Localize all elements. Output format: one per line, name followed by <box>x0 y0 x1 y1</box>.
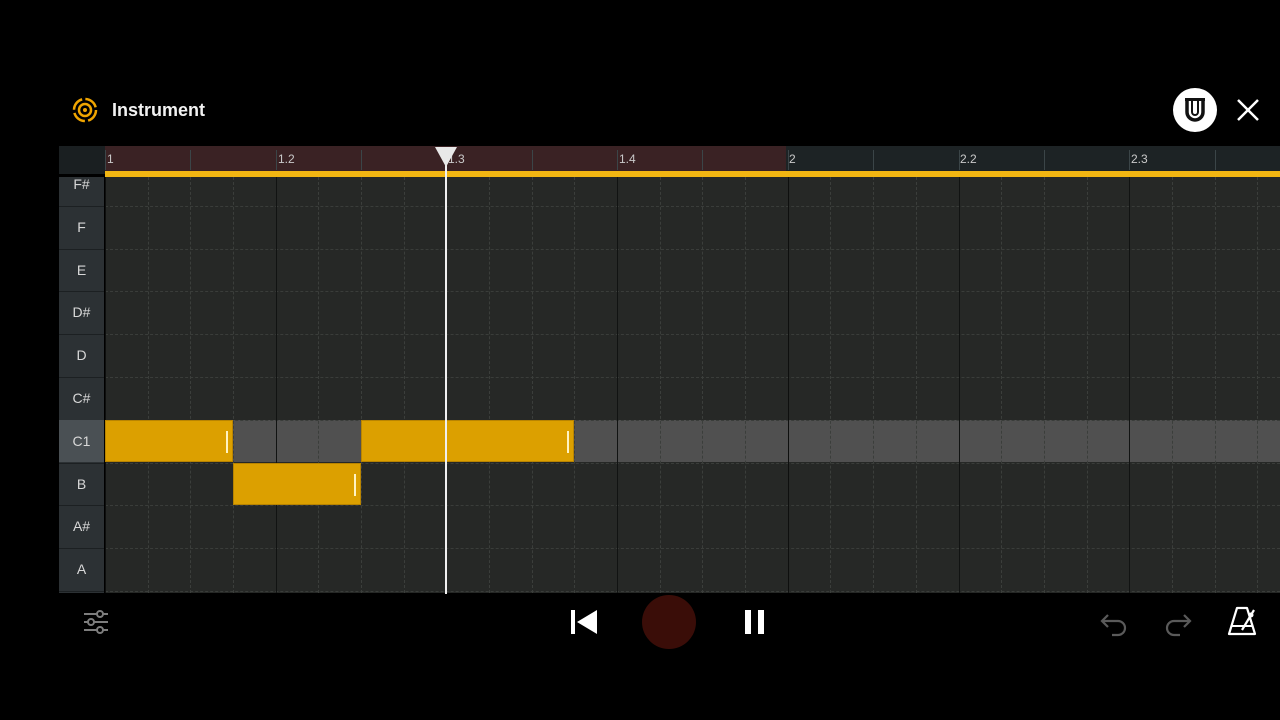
piano-key-d[interactable]: D <box>59 347 104 363</box>
subdivision-line <box>702 177 703 593</box>
bar-line <box>788 177 789 593</box>
subdivision-line <box>148 177 149 593</box>
page-title: Instrument <box>112 100 206 120</box>
key-separator <box>59 548 104 550</box>
ruler-tick <box>788 150 789 170</box>
pause-icon[interactable] <box>742 607 768 637</box>
piano-key-e[interactable]: E <box>59 262 104 278</box>
piano-key-a[interactable]: A <box>59 561 104 577</box>
subdivision-line <box>1001 177 1002 593</box>
record-button[interactable] <box>642 595 696 649</box>
beat-line <box>959 177 960 593</box>
beat-line <box>617 177 618 593</box>
ruler-tick <box>1044 150 1045 170</box>
ruler-tick <box>1215 150 1216 170</box>
ruler-tick <box>532 150 533 170</box>
ruler-label: 1.4 <box>619 152 636 166</box>
mixer-sliders-icon[interactable] <box>81 607 111 637</box>
key-separator <box>59 205 104 207</box>
ruler-label: 2.3 <box>1131 152 1148 166</box>
subdivision-line <box>1215 177 1216 593</box>
row-line <box>105 334 1280 336</box>
highlighted-row <box>105 419 1280 462</box>
piano-key-f-sharp[interactable]: F# <box>59 177 104 192</box>
ruler-label: 1 <box>107 152 114 166</box>
row-line <box>105 591 1280 592</box>
note-grid[interactable] <box>105 177 1280 593</box>
note-resize-handle[interactable] <box>567 430 569 453</box>
row-line <box>105 505 1280 507</box>
ruler-label: 2 <box>789 152 796 166</box>
playhead-line <box>445 160 447 594</box>
subdivision-line <box>830 177 831 593</box>
bar-line <box>105 177 106 593</box>
piano-key-c-sharp[interactable]: C# <box>59 390 104 406</box>
ruler-tick <box>190 150 191 170</box>
key-separator <box>59 462 104 464</box>
ruler-label: 1.2 <box>278 152 295 166</box>
row-line <box>105 419 1280 421</box>
redo-icon[interactable] <box>1162 607 1194 637</box>
subdivision-line <box>532 177 533 593</box>
subdivision-line <box>404 177 405 593</box>
row-line <box>105 377 1280 378</box>
magnet-snap-button[interactable] <box>1173 88 1217 132</box>
undo-icon[interactable] <box>1098 607 1130 637</box>
instrument-icon <box>72 97 98 123</box>
note-block[interactable] <box>446 419 574 462</box>
skip-to-start-icon[interactable] <box>568 607 600 637</box>
piano-key-a-sharp[interactable]: A# <box>59 518 104 534</box>
subdivision-line <box>489 177 490 593</box>
key-separator <box>59 248 104 250</box>
note-resize-handle[interactable] <box>354 473 356 496</box>
piano-key-d-sharp[interactable]: D# <box>59 304 104 320</box>
key-separator <box>59 505 104 507</box>
piano-keys: F# F E D# D C# C1 B A# A <box>59 177 104 593</box>
row-line <box>105 248 1280 250</box>
subdivision-line <box>233 177 234 593</box>
subdivision-line <box>574 177 575 593</box>
key-separator <box>59 377 104 378</box>
row-line <box>105 548 1280 550</box>
subdivision-line <box>873 177 874 593</box>
note-block[interactable] <box>105 419 233 462</box>
subdivision-line <box>1172 177 1173 593</box>
ruler-label: 2.2 <box>960 152 977 166</box>
row-line <box>105 205 1280 207</box>
playhead-handle[interactable] <box>435 147 457 167</box>
magnet-snap-icon <box>1185 98 1205 122</box>
note-resize-handle[interactable] <box>226 430 228 453</box>
ruler-tick <box>959 150 960 170</box>
ruler-tick <box>361 150 362 170</box>
subdivision-line <box>1087 177 1088 593</box>
subdivision-line <box>916 177 917 593</box>
ruler-tick <box>873 150 874 170</box>
subdivision-line <box>660 177 661 593</box>
beat-line <box>276 177 277 593</box>
row-line <box>105 291 1280 293</box>
piano-key-b[interactable]: B <box>59 476 104 492</box>
subdivision-line <box>318 177 319 593</box>
ruler-tick <box>1129 150 1130 170</box>
beat-line <box>1129 177 1130 593</box>
subdivision-line <box>361 177 362 593</box>
key-separator <box>59 591 104 592</box>
subdivision-line <box>190 177 191 593</box>
ruler-tick <box>702 150 703 170</box>
subdivision-line <box>1044 177 1045 593</box>
subdivision-line <box>745 177 746 593</box>
ruler-tick <box>617 150 618 170</box>
metronome-icon[interactable] <box>1226 604 1258 638</box>
key-separator <box>59 334 104 336</box>
piano-key-f[interactable]: F <box>59 219 104 235</box>
ruler-tick <box>276 150 277 170</box>
key-separator <box>59 291 104 293</box>
ruler-gutter <box>59 146 105 174</box>
ruler-tick <box>105 150 106 170</box>
subdivision-line <box>1257 177 1258 593</box>
piano-key-c1[interactable]: C1 <box>59 433 104 449</box>
close-icon[interactable] <box>1234 96 1262 124</box>
note-block[interactable] <box>233 462 361 505</box>
